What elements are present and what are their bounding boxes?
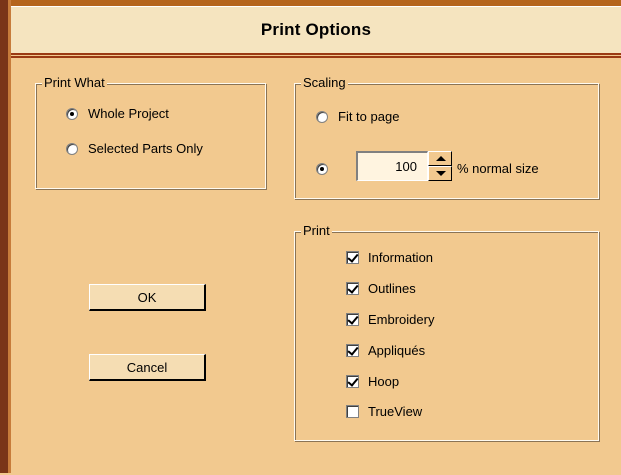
print-what-group: Print What Whole Project Selected Parts … [35,75,266,189]
percent-size-stepper[interactable] [428,151,452,181]
checkbox-hoop[interactable]: Hoop [346,374,399,389]
checkbox-label-outlines: Outlines [368,281,416,296]
radio-percent-size[interactable] [316,163,338,175]
checkbox-label-information: Information [368,250,434,265]
dialog-title-bar: Print Options [11,6,621,55]
spin-up-button[interactable] [428,151,452,166]
print-what-legend: Print What [42,75,107,91]
percent-size-input[interactable]: 100 [356,151,428,181]
checkbox-label-trueview: TrueView [368,404,423,419]
print-items-legend: Print [301,223,332,239]
radio-indicator-percent-size[interactable] [316,163,328,175]
percent-size-suffix: % normal size [457,161,539,176]
checkbox-indicator-hoop[interactable] [346,375,359,388]
spin-down-button[interactable] [428,166,452,181]
scaling-group: Scaling Fit to page [294,75,599,199]
print-items-group: Print Information Outlines Embroidery Ap… [294,223,599,441]
radio-indicator-fit-to-page[interactable] [316,110,328,123]
checkbox-embroidery[interactable]: Embroidery [346,312,434,327]
radio-label-selected-parts: Selected Parts Only [88,141,203,156]
checkbox-indicator-embroidery[interactable] [346,313,359,326]
arrow-up-icon [436,156,446,161]
radio-indicator-selected-parts[interactable] [66,142,78,155]
checkbox-label-embroidery: Embroidery [368,312,435,327]
checkbox-appliques[interactable]: Appliqués [346,343,425,358]
radio-selected-parts-only[interactable]: Selected Parts Only [66,141,203,156]
percent-size-value: 100 [395,159,417,174]
dialog-title: Print Options [260,20,372,39]
checkbox-indicator-outlines[interactable] [346,282,359,295]
checkbox-indicator-information[interactable] [346,251,359,264]
radio-fit-to-page[interactable]: Fit to page [316,109,399,124]
scaling-legend: Scaling [301,75,348,91]
ok-button[interactable]: OK [89,284,206,311]
radio-label-fit-to-page: Fit to page [338,109,400,124]
checkbox-trueview[interactable]: TrueView [346,404,422,419]
checkbox-label-hoop: Hoop [368,374,400,389]
checkbox-indicator-appliques[interactable] [346,344,359,357]
radio-label-whole-project: Whole Project [88,106,169,121]
checkbox-label-appliques: Appliqués [368,343,426,358]
radio-whole-project[interactable]: Whole Project [66,106,169,121]
radio-indicator-whole-project[interactable] [66,107,78,120]
cancel-button-label: Cancel [126,359,168,375]
arrow-down-icon [436,171,446,176]
checkbox-information[interactable]: Information [346,250,433,265]
checkbox-outlines[interactable]: Outlines [346,281,416,296]
cancel-button[interactable]: Cancel [89,354,206,381]
dialog-content: Print What Whole Project Selected Parts … [11,56,621,475]
ok-button-label: OK [137,289,157,305]
checkbox-indicator-trueview[interactable] [346,405,359,418]
window-frame-left [0,0,8,473]
print-options-dialog: Print Options Print What Whole Project S… [11,6,621,473]
percent-size-suffix-label: % normal size [457,161,539,176]
